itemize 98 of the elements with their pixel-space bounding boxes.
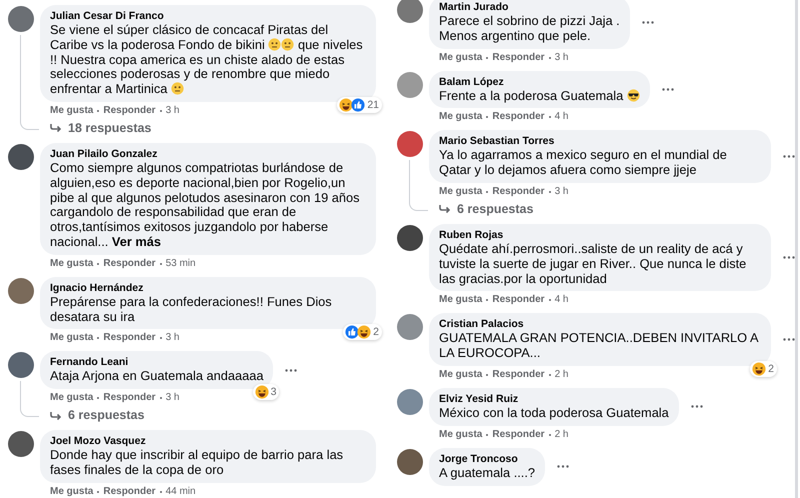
reply-link[interactable]: Responder — [103, 392, 156, 404]
more-options-icon[interactable] — [642, 20, 654, 24]
thread-line — [409, 160, 428, 211]
like-link[interactable]: Me gusta — [50, 258, 94, 270]
reply-link[interactable]: Responder — [103, 486, 156, 498]
comment-text: Frente a la poderosa Guatemala — [439, 88, 640, 104]
author-name[interactable]: Mario Sebastian Torres — [439, 134, 761, 148]
view-replies-link[interactable]: 6 respuestas — [68, 408, 144, 424]
avatar[interactable] — [8, 352, 34, 378]
timestamp[interactable]: 3 h — [554, 52, 568, 64]
like-link[interactable]: Me gusta — [50, 332, 94, 344]
author-name[interactable]: Jorge Troncoso — [439, 452, 536, 466]
avatar[interactable] — [8, 278, 34, 304]
avatar[interactable] — [8, 431, 34, 458]
like-link[interactable]: Me gusta — [439, 294, 482, 306]
reply-arrow-icon — [50, 123, 62, 134]
author-name[interactable]: Juan Pilailo Gonzalez — [50, 146, 366, 161]
comment-text: Ya lo agarramos a mexico seguro en el mundial de Qatar y lo dejamos afuera como siempre jjeje — [439, 148, 728, 178]
reply-link[interactable]: Responder — [103, 332, 156, 344]
more-options-icon[interactable] — [690, 405, 703, 408]
reply-arrow-icon — [439, 204, 451, 214]
avatar[interactable] — [8, 144, 34, 170]
emoji-icon — [268, 38, 282, 51]
avatar[interactable] — [397, 224, 423, 251]
like-link[interactable]: Me gusta — [439, 428, 482, 441]
timestamp[interactable]: 53 min — [166, 258, 196, 270]
author-name[interactable]: Balam López — [439, 74, 640, 89]
reply-link[interactable]: Responder — [492, 52, 545, 64]
laughing-reaction-icon — [339, 98, 354, 112]
scrollbar[interactable] — [795, 0, 798, 498]
laughing-reaction-icon — [357, 325, 372, 340]
author-name[interactable]: Ignacio Hernández — [50, 280, 366, 295]
reply-link[interactable]: Responder — [103, 258, 156, 270]
reaction-badge[interactable]: 2 — [343, 324, 382, 340]
reply-link[interactable]: Responder — [492, 368, 545, 381]
reaction-badge[interactable]: 2 — [750, 360, 777, 377]
comment-text: México con la toda poderosa Guatemala — [439, 406, 669, 421]
timestamp[interactable]: 3 h — [166, 332, 180, 344]
like-link[interactable]: Me gusta — [50, 392, 94, 404]
comment-text: Ataja Arjona en Guatemala andaaaaa — [50, 369, 264, 384]
laughing-reaction-icon — [752, 362, 766, 376]
comment-text: Prepárense para la confederaciones!! Funes Dios desatara su ira — [50, 294, 333, 324]
more-options-icon[interactable] — [783, 338, 795, 342]
like-link[interactable]: Me gusta — [50, 486, 94, 498]
author-name[interactable]: Martin Jurado — [439, 0, 620, 14]
timestamp[interactable]: 3 h — [554, 186, 568, 198]
timestamp[interactable]: 4 h — [554, 294, 568, 306]
like-reaction-icon — [345, 325, 360, 340]
more-options-icon[interactable] — [285, 368, 298, 372]
reply-link[interactable]: Responder — [103, 104, 156, 117]
comment-text: Como siempre algunos compatriotas burlándose de alguien,eso es deporte nacional,bien por Rogelio,un pibe al que algunos pelotudos asesinaron con 19 años cargandolo de responsabilidad que eran de otros,tantísimos exitosos juzgandolo por haberse nacional... Ver más — [50, 160, 360, 250]
emoji-icon — [281, 38, 294, 51]
timestamp[interactable]: 3 h — [166, 104, 180, 117]
more-options-icon[interactable] — [783, 155, 795, 158]
thread-line — [20, 381, 39, 417]
author-name[interactable]: Ruben Rojas — [439, 228, 761, 242]
reply-arrow-icon — [50, 410, 62, 421]
avatar[interactable] — [397, 448, 423, 475]
more-options-icon[interactable] — [783, 256, 795, 260]
comment-text: Quédate ahí.perrosmori..saliste de un reality de acá y tuviste la suerte de jugar en River.. Que nunca le diste las gracias.por la oportunidad — [439, 242, 748, 286]
author-name[interactable]: Elviz Yesid Ruiz — [439, 392, 669, 406]
timestamp[interactable]: 4 h — [554, 111, 568, 124]
like-link[interactable]: Me gusta — [439, 52, 482, 64]
like-link[interactable]: Me gusta — [439, 186, 482, 198]
like-link[interactable]: Me gusta — [439, 111, 482, 124]
comment-text: Se viene el súper clásico de concacaf Piratas del Caribe vs la poderosa Fondo de bikini que niveles !! Nuestra copa america es un chiste alado de estas selecciones poderosas y de renombre que miedo enfrentar a Martinica — [50, 23, 364, 97]
author-name[interactable]: Cristian Palacios — [439, 317, 761, 332]
see-more-link[interactable]: Ver más — [112, 234, 162, 249]
reply-link[interactable]: Responder — [492, 294, 545, 306]
reply-link[interactable]: Responder — [492, 428, 545, 441]
timestamp[interactable]: 44 min — [166, 486, 196, 498]
like-link[interactable]: Me gusta — [439, 368, 482, 381]
timestamp[interactable]: 2 h — [554, 368, 568, 381]
sunglasses-emoji-icon — [626, 88, 640, 102]
like-reaction-icon — [351, 98, 366, 112]
timestamp[interactable]: 3 h — [166, 392, 180, 404]
like-link[interactable]: Me gusta — [50, 104, 94, 117]
avatar[interactable] — [397, 131, 423, 158]
comment-text: Parece el sobrino de pizzi Jaja . Menos argentino que pele. — [439, 14, 620, 44]
view-replies-link[interactable]: 6 respuestas — [457, 202, 534, 217]
comment-text: Donde hay que inscribir al equipo de barrio para las fases finales de la copa de oro — [50, 448, 344, 478]
reaction-badge[interactable]: 21 — [337, 96, 382, 113]
author-name[interactable]: Fernando Leani — [50, 355, 264, 370]
author-name[interactable]: Julian Cesar Di Franco — [50, 9, 366, 23]
laughing-reaction-icon — [254, 385, 269, 400]
reply-link[interactable]: Responder — [492, 111, 545, 124]
comment-text: GUATEMALA GRAN POTENCIA..DEBEN INVITARLO A LA EUROCOPA... — [439, 331, 760, 361]
avatar[interactable] — [8, 6, 34, 32]
more-options-icon[interactable] — [557, 465, 570, 468]
emoji-icon — [170, 82, 184, 96]
view-replies-link[interactable]: 18 respuestas — [68, 120, 152, 136]
reaction-badge[interactable]: 3 — [252, 384, 280, 400]
timestamp[interactable]: 2 h — [554, 428, 568, 441]
comment-text: A guatemala ....? — [439, 466, 536, 481]
avatar[interactable] — [397, 0, 423, 23]
author-name[interactable]: Joel Mozo Vasquez — [50, 434, 366, 448]
reply-link[interactable]: Responder — [492, 186, 545, 198]
more-options-icon[interactable] — [662, 88, 674, 91]
